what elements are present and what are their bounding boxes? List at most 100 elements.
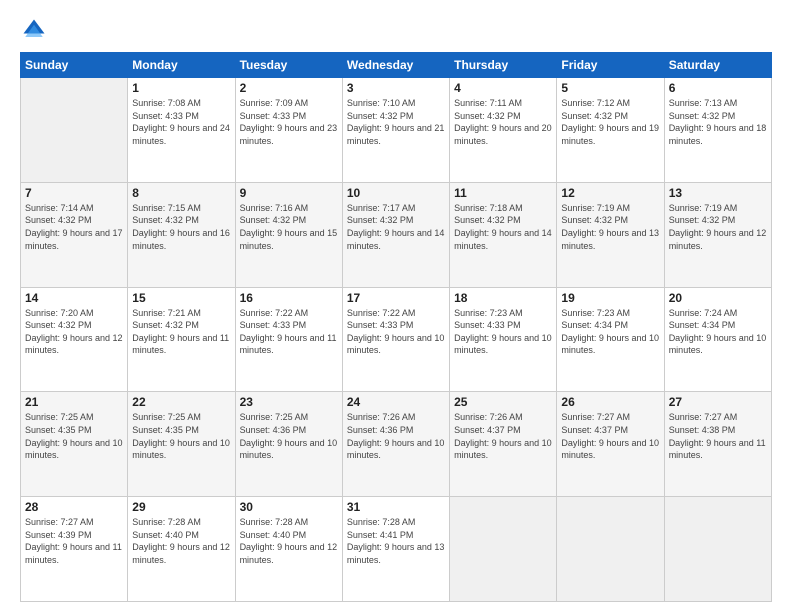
sunset-label: Sunset: 4:35 PM <box>132 425 199 435</box>
calendar-cell: 15 Sunrise: 7:21 AM Sunset: 4:32 PM Dayl… <box>128 287 235 392</box>
daylight-label: Daylight: 9 hours and 12 minutes. <box>132 542 230 565</box>
day-info: Sunrise: 7:21 AM Sunset: 4:32 PM Dayligh… <box>132 307 230 357</box>
sunset-label: Sunset: 4:32 PM <box>454 215 521 225</box>
sunrise-label: Sunrise: 7:26 AM <box>347 412 416 422</box>
logo-icon <box>20 16 48 44</box>
day-info: Sunrise: 7:27 AM Sunset: 4:39 PM Dayligh… <box>25 516 123 566</box>
day-number: 21 <box>25 395 123 409</box>
sunset-label: Sunset: 4:32 PM <box>240 215 307 225</box>
calendar-cell: 12 Sunrise: 7:19 AM Sunset: 4:32 PM Dayl… <box>557 182 664 287</box>
calendar-cell: 9 Sunrise: 7:16 AM Sunset: 4:32 PM Dayli… <box>235 182 342 287</box>
calendar-cell: 7 Sunrise: 7:14 AM Sunset: 4:32 PM Dayli… <box>21 182 128 287</box>
sunrise-label: Sunrise: 7:23 AM <box>561 308 630 318</box>
day-number: 22 <box>132 395 230 409</box>
calendar-cell <box>21 78 128 183</box>
day-info: Sunrise: 7:12 AM Sunset: 4:32 PM Dayligh… <box>561 97 659 147</box>
sunrise-label: Sunrise: 7:20 AM <box>25 308 94 318</box>
calendar-week-row: 1 Sunrise: 7:08 AM Sunset: 4:33 PM Dayli… <box>21 78 772 183</box>
day-number: 18 <box>454 291 552 305</box>
sunrise-label: Sunrise: 7:28 AM <box>240 517 309 527</box>
daylight-label: Daylight: 9 hours and 10 minutes. <box>561 438 659 461</box>
calendar-cell: 28 Sunrise: 7:27 AM Sunset: 4:39 PM Dayl… <box>21 497 128 602</box>
sunset-label: Sunset: 4:41 PM <box>347 530 414 540</box>
sunset-label: Sunset: 4:39 PM <box>25 530 92 540</box>
daylight-label: Daylight: 9 hours and 10 minutes. <box>240 438 338 461</box>
daylight-label: Daylight: 9 hours and 10 minutes. <box>347 333 445 356</box>
sunrise-label: Sunrise: 7:19 AM <box>561 203 630 213</box>
calendar-cell: 17 Sunrise: 7:22 AM Sunset: 4:33 PM Dayl… <box>342 287 449 392</box>
day-info: Sunrise: 7:24 AM Sunset: 4:34 PM Dayligh… <box>669 307 767 357</box>
calendar-cell: 29 Sunrise: 7:28 AM Sunset: 4:40 PM Dayl… <box>128 497 235 602</box>
daylight-label: Daylight: 9 hours and 13 minutes. <box>561 228 659 251</box>
day-info: Sunrise: 7:08 AM Sunset: 4:33 PM Dayligh… <box>132 97 230 147</box>
daylight-label: Daylight: 9 hours and 14 minutes. <box>347 228 445 251</box>
daylight-label: Daylight: 9 hours and 10 minutes. <box>454 333 552 356</box>
sunrise-label: Sunrise: 7:12 AM <box>561 98 630 108</box>
daylight-label: Daylight: 9 hours and 17 minutes. <box>25 228 123 251</box>
calendar-cell <box>664 497 771 602</box>
calendar-day-header: Sunday <box>21 53 128 78</box>
calendar-day-header: Saturday <box>664 53 771 78</box>
day-number: 2 <box>240 81 338 95</box>
day-info: Sunrise: 7:16 AM Sunset: 4:32 PM Dayligh… <box>240 202 338 252</box>
day-info: Sunrise: 7:28 AM Sunset: 4:40 PM Dayligh… <box>240 516 338 566</box>
page: SundayMondayTuesdayWednesdayThursdayFrid… <box>0 0 792 612</box>
header <box>20 16 772 44</box>
sunrise-label: Sunrise: 7:26 AM <box>454 412 523 422</box>
sunset-label: Sunset: 4:32 PM <box>561 215 628 225</box>
calendar-day-header: Monday <box>128 53 235 78</box>
daylight-label: Daylight: 9 hours and 10 minutes. <box>669 333 767 356</box>
day-info: Sunrise: 7:26 AM Sunset: 4:36 PM Dayligh… <box>347 411 445 461</box>
sunrise-label: Sunrise: 7:27 AM <box>25 517 94 527</box>
sunset-label: Sunset: 4:36 PM <box>240 425 307 435</box>
day-info: Sunrise: 7:19 AM Sunset: 4:32 PM Dayligh… <box>561 202 659 252</box>
sunrise-label: Sunrise: 7:22 AM <box>240 308 309 318</box>
daylight-label: Daylight: 9 hours and 18 minutes. <box>669 123 767 146</box>
day-number: 16 <box>240 291 338 305</box>
day-info: Sunrise: 7:19 AM Sunset: 4:32 PM Dayligh… <box>669 202 767 252</box>
sunrise-label: Sunrise: 7:10 AM <box>347 98 416 108</box>
daylight-label: Daylight: 9 hours and 19 minutes. <box>561 123 659 146</box>
day-info: Sunrise: 7:27 AM Sunset: 4:37 PM Dayligh… <box>561 411 659 461</box>
sunset-label: Sunset: 4:40 PM <box>240 530 307 540</box>
daylight-label: Daylight: 9 hours and 11 minutes. <box>669 438 766 461</box>
calendar-cell: 26 Sunrise: 7:27 AM Sunset: 4:37 PM Dayl… <box>557 392 664 497</box>
sunrise-label: Sunrise: 7:23 AM <box>454 308 523 318</box>
day-number: 9 <box>240 186 338 200</box>
sunrise-label: Sunrise: 7:09 AM <box>240 98 309 108</box>
day-number: 28 <box>25 500 123 514</box>
daylight-label: Daylight: 9 hours and 24 minutes. <box>132 123 230 146</box>
calendar-cell: 2 Sunrise: 7:09 AM Sunset: 4:33 PM Dayli… <box>235 78 342 183</box>
sunset-label: Sunset: 4:36 PM <box>347 425 414 435</box>
sunset-label: Sunset: 4:33 PM <box>347 320 414 330</box>
calendar-cell: 5 Sunrise: 7:12 AM Sunset: 4:32 PM Dayli… <box>557 78 664 183</box>
sunset-label: Sunset: 4:37 PM <box>454 425 521 435</box>
sunrise-label: Sunrise: 7:25 AM <box>240 412 309 422</box>
day-number: 30 <box>240 500 338 514</box>
daylight-label: Daylight: 9 hours and 12 minutes. <box>240 542 338 565</box>
day-number: 5 <box>561 81 659 95</box>
daylight-label: Daylight: 9 hours and 11 minutes. <box>132 333 229 356</box>
day-number: 24 <box>347 395 445 409</box>
calendar-day-header: Thursday <box>450 53 557 78</box>
day-number: 14 <box>25 291 123 305</box>
day-info: Sunrise: 7:20 AM Sunset: 4:32 PM Dayligh… <box>25 307 123 357</box>
calendar-cell: 20 Sunrise: 7:24 AM Sunset: 4:34 PM Dayl… <box>664 287 771 392</box>
day-number: 1 <box>132 81 230 95</box>
day-info: Sunrise: 7:15 AM Sunset: 4:32 PM Dayligh… <box>132 202 230 252</box>
sunrise-label: Sunrise: 7:11 AM <box>454 98 522 108</box>
daylight-label: Daylight: 9 hours and 21 minutes. <box>347 123 445 146</box>
daylight-label: Daylight: 9 hours and 10 minutes. <box>25 438 123 461</box>
logo <box>20 16 52 44</box>
sunset-label: Sunset: 4:35 PM <box>25 425 92 435</box>
sunrise-label: Sunrise: 7:19 AM <box>669 203 738 213</box>
calendar-week-row: 7 Sunrise: 7:14 AM Sunset: 4:32 PM Dayli… <box>21 182 772 287</box>
day-number: 11 <box>454 186 552 200</box>
sunset-label: Sunset: 4:33 PM <box>240 111 307 121</box>
day-number: 7 <box>25 186 123 200</box>
calendar-week-row: 14 Sunrise: 7:20 AM Sunset: 4:32 PM Dayl… <box>21 287 772 392</box>
day-info: Sunrise: 7:14 AM Sunset: 4:32 PM Dayligh… <box>25 202 123 252</box>
sunset-label: Sunset: 4:37 PM <box>561 425 628 435</box>
daylight-label: Daylight: 9 hours and 12 minutes. <box>25 333 123 356</box>
sunset-label: Sunset: 4:34 PM <box>669 320 736 330</box>
